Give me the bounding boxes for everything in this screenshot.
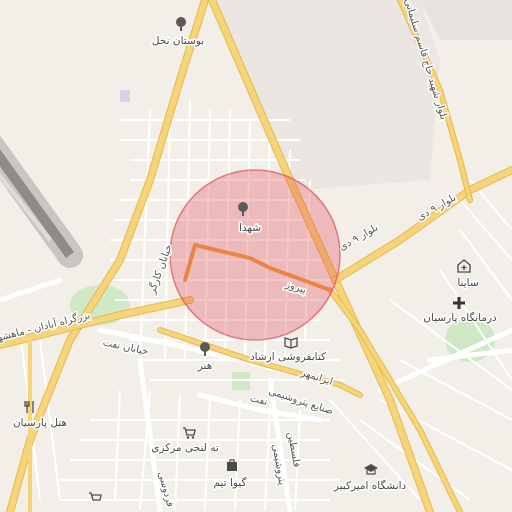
poi-label-amirkabir[interactable]: دانشگاه امیرکبیر: [331, 478, 408, 494]
map-canvas[interactable]: بوستان نخل شهدا هنر کتابفروشی ارشاد ساین…: [0, 0, 512, 512]
poi-label-geo-team[interactable]: گیوا تیم: [212, 475, 248, 491]
highlight-radius-circle[interactable]: [169, 169, 341, 341]
poi-label-hotel-parsian[interactable]: هتل پارسیان: [11, 416, 68, 431]
poi-label-saina[interactable]: ساینا: [456, 276, 480, 291]
poi-label-park-shohada[interactable]: شهدا: [237, 221, 262, 236]
poi-label-bookstore[interactable]: کتابفروشی ارشاد: [248, 350, 327, 365]
poi-label-clinic-parsian[interactable]: درمانگاه پارسیان: [422, 310, 499, 326]
poi-label-park-nakhl[interactable]: بوستان نخل: [150, 34, 205, 49]
map-view[interactable]: بوستان نخل شهدا هنر کتابفروشی ارشاد ساین…: [0, 0, 512, 512]
poi-label-park-honar[interactable]: هنر: [195, 359, 214, 374]
poi-label-tehlanchi[interactable]: ته لنجی مرکزی: [150, 441, 221, 456]
